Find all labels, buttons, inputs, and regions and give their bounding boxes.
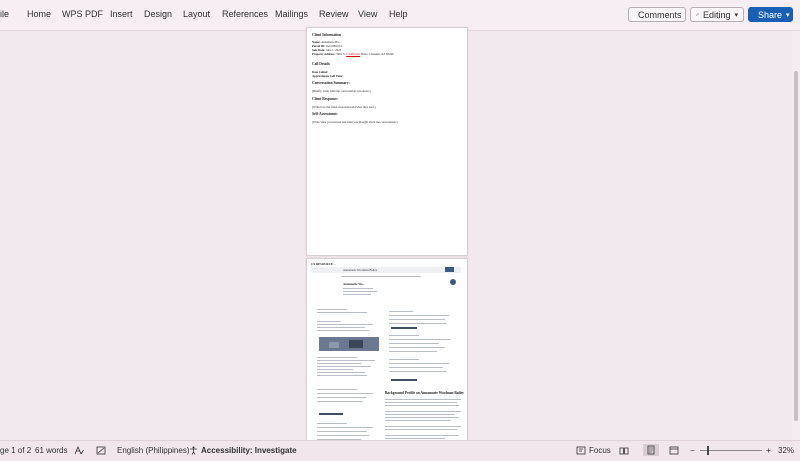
web-layout-icon[interactable]: [669, 446, 679, 455]
tab-mailings[interactable]: Mailings: [275, 9, 308, 19]
text-predictions-icon[interactable]: [96, 446, 106, 455]
tab-view[interactable]: View: [358, 9, 377, 19]
vertical-scrollbar[interactable]: [792, 31, 800, 440]
chevron-down-icon: ▾: [786, 11, 790, 19]
document-page-2[interactable]: CX RESOURCE ... Annamarie Woolman Bailey…: [306, 258, 468, 450]
share-label: Share: [758, 9, 783, 20]
embedded-background-title: Background Profile on Annamarie Woolman …: [385, 391, 464, 395]
embedded-search-text: Annamarie Woolman Bailey: [343, 267, 378, 272]
tab-home[interactable]: Home: [27, 9, 51, 19]
comments-button[interactable]: Comments: [628, 7, 686, 22]
share-button[interactable]: Share ▾: [748, 7, 793, 22]
tab-review[interactable]: Review: [319, 9, 349, 19]
tab-design[interactable]: Design: [144, 9, 172, 19]
tab-file[interactable]: ile: [0, 9, 9, 19]
accessibility-status[interactable]: Accessibility: Investigate: [189, 446, 297, 455]
zoom-slider-thumb[interactable]: [707, 446, 709, 455]
proofing-icon[interactable]: [74, 446, 84, 455]
approx-call-time-label: Approximate Call Time:: [312, 74, 344, 78]
embedded-search-button: [445, 267, 454, 272]
tab-help[interactable]: Help: [389, 9, 408, 19]
document-page-1[interactable]: Client Information Name: Annamarie Ha...…: [306, 27, 468, 256]
language-status[interactable]: English (Philippines): [117, 446, 189, 455]
zoom-in-button[interactable]: +: [766, 446, 771, 455]
scrollbar-thumb[interactable]: [794, 71, 798, 421]
self-assessment-placeholder: [Write what you noticed and what you tho…: [312, 120, 398, 124]
comments-label: Comments: [638, 9, 682, 20]
embedded-name-caption: Annamarie Wo...: [343, 282, 365, 286]
embedded-property-photo: [319, 337, 379, 351]
zoom-slider[interactable]: [700, 450, 762, 451]
client-response-placeholder: [Write how the client responded and what…: [312, 105, 376, 109]
conversation-summary-placeholder: [Briefly, write what the conversation wa…: [312, 89, 371, 93]
print-layout-icon[interactable]: [643, 444, 659, 456]
word-count[interactable]: 61 words: [35, 446, 67, 455]
zoom-level[interactable]: 32%: [778, 446, 794, 455]
status-bar: ge 1 of 2 61 words English (Philippines)…: [0, 440, 800, 461]
embedded-search-bar: [311, 267, 461, 273]
page2-header: CX RESOURCE ...: [311, 262, 336, 266]
read-mode-icon[interactable]: [619, 446, 629, 455]
tab-references[interactable]: References: [222, 9, 268, 19]
page-count[interactable]: ge 1 of 2: [0, 446, 31, 455]
tab-wps-pdf[interactable]: WPS PDF: [62, 9, 103, 19]
focus-icon: [576, 446, 586, 455]
zoom-out-button[interactable]: −: [690, 446, 695, 455]
document-canvas[interactable]: Client Information Name: Annamarie Ha...…: [0, 27, 792, 450]
editing-mode-button[interactable]: Editing ▾: [690, 7, 744, 22]
focus-mode-button[interactable]: Focus: [576, 446, 611, 455]
chevron-down-icon: ▾: [734, 11, 738, 19]
tab-insert[interactable]: Insert: [110, 9, 133, 19]
section-client-response: Client Response:: [312, 97, 338, 101]
section-call-details: Call Details: [312, 62, 330, 66]
section-client-information: Client Information: [312, 33, 342, 37]
property-address-row: Property Address: 5961 S. Cornflower Dri…: [312, 52, 394, 56]
pencil-icon: [696, 13, 699, 16]
tab-layout[interactable]: Layout: [183, 9, 210, 19]
section-self-assessment: Self-Assessment:: [312, 112, 338, 116]
section-conversation-summary: Conversation Summary:: [312, 81, 350, 85]
accessibility-icon: [190, 446, 197, 455]
editing-label: Editing: [702, 9, 731, 20]
embedded-avatar-icon: [450, 279, 456, 285]
